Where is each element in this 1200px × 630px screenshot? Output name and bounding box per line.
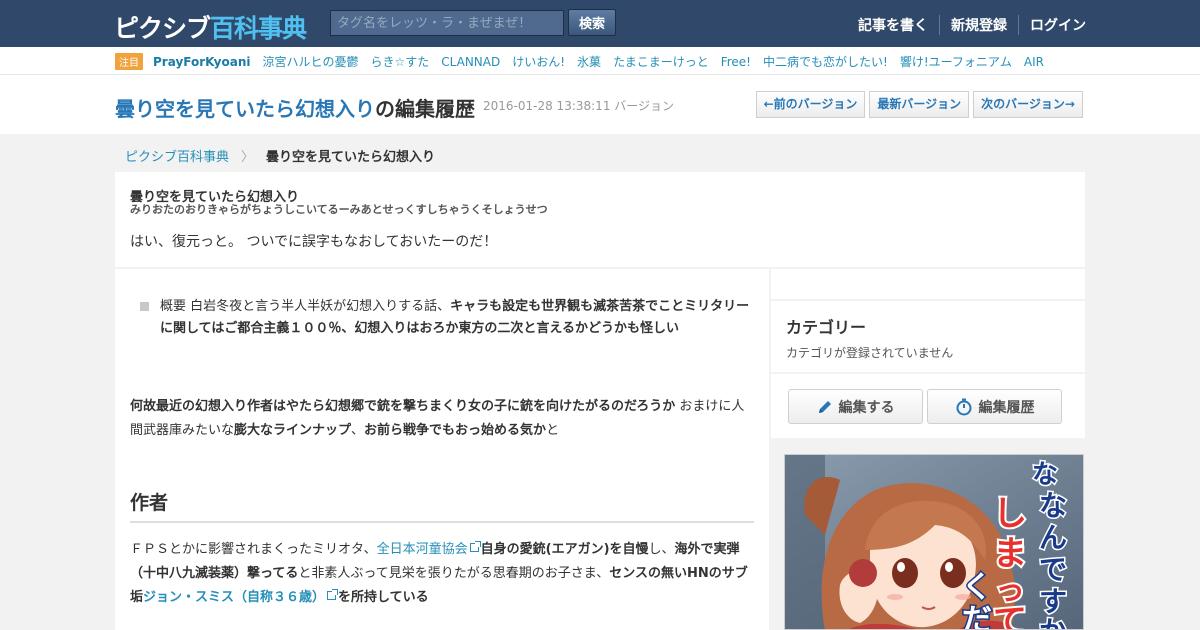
ad-text-char-4: で bbox=[1039, 553, 1067, 586]
bullet-icon bbox=[140, 302, 149, 311]
action-panel: 編集する 編集履歴 bbox=[771, 374, 1085, 438]
external-link-icon bbox=[469, 541, 481, 552]
section-heading-author: 作者 bbox=[130, 488, 754, 523]
latest-version-button[interactable]: 最新バージョン bbox=[869, 91, 970, 118]
page-title: 曇り空を見ていたら幻想入りの編集履歴 bbox=[115, 93, 475, 122]
search-input[interactable] bbox=[330, 10, 564, 36]
site-header: ピクシブ百科事典 検索 記事を書く 新規登録 ログイン bbox=[0, 0, 1200, 47]
paragraph-text: ＦＰＳとかに影響されまくったミリオタ、 bbox=[130, 542, 377, 557]
pencil-icon bbox=[818, 400, 831, 413]
external-link-icon bbox=[327, 589, 339, 600]
category-empty-message: カテゴリが登録されていません bbox=[786, 346, 954, 360]
trending-tag[interactable]: たまこまーけっと bbox=[613, 53, 709, 70]
paragraph-text: 、 bbox=[351, 423, 365, 438]
trending-tag[interactable]: 響け!ユーフォニアム bbox=[900, 53, 1012, 70]
paragraph-text: し、 bbox=[648, 542, 675, 557]
trending-tag[interactable]: らき☆すた bbox=[371, 53, 430, 70]
trending-tag[interactable]: けいおん! bbox=[512, 53, 565, 70]
stopwatch-icon bbox=[956, 398, 971, 415]
trending-tag[interactable]: 氷菓 bbox=[577, 53, 601, 70]
breadcrumb-current: 曇り空を見ていたら幻想入り bbox=[266, 150, 436, 165]
breadcrumb-separator: 〉 bbox=[241, 150, 255, 165]
logo-text-dic: 百科事典 bbox=[210, 14, 307, 43]
page-title-bar: 曇り空を見ていたら幻想入りの編集履歴 2016-01-28 13:38:11 バ… bbox=[0, 75, 1200, 134]
trending-tag[interactable]: CLANNAD bbox=[441, 55, 500, 69]
ad-text-char-5: す bbox=[1039, 585, 1067, 618]
paragraph-bold-text: 自身の愛銃(エアガン)を自慢 bbox=[480, 542, 649, 557]
paragraph-bold-text: 何故最近の幻想入り作者はやたら幻想郷で銃を撃ちまくり女の子に銃を向けたがるのだろ… bbox=[130, 399, 676, 414]
login-link[interactable]: ログイン bbox=[1018, 15, 1086, 35]
ad-text-char-7: し bbox=[993, 494, 1027, 534]
ad-text-char-11: く bbox=[962, 570, 992, 605]
trending-badge: 注目 bbox=[115, 53, 143, 70]
breadcrumb-home[interactable]: ピクシブ百科事典 bbox=[125, 146, 229, 165]
article-body: 概要 白岩冬夜と言う半人半妖が幻想入りする話、キャラも設定も世界観も滅茶苦茶でこ… bbox=[115, 269, 769, 630]
version-nav: ←前のバージョン 最新バージョン 次のバージョン→ bbox=[755, 91, 1083, 118]
trending-tag[interactable]: Free! bbox=[721, 55, 751, 69]
article-abstract: 概要 白岩冬夜と言う半人半妖が幻想入りする話、キャラも設定も世界観も滅茶苦茶でこ… bbox=[140, 296, 750, 340]
ad-text-char-12: だ bbox=[962, 603, 992, 630]
ad-text-char-6: か bbox=[1039, 615, 1067, 630]
ad-text-char-3: ん bbox=[1039, 521, 1067, 554]
trending-tag[interactable]: PrayForKyoani bbox=[153, 55, 251, 69]
edit-button[interactable]: 編集する bbox=[788, 389, 923, 424]
ad-text-char-8: ま bbox=[993, 534, 1027, 574]
history-button[interactable]: 編集履歴 bbox=[927, 389, 1062, 424]
revision-summary: 曇り空を見ていたら幻想入り みりおたのおりきゃらがちょうしこいてるーみあとせっく… bbox=[115, 172, 1085, 267]
logo-text-pixiv: ピクシブ bbox=[114, 14, 211, 43]
search-button[interactable]: 検索 bbox=[568, 9, 616, 36]
ad-text-overlay: な な ん で す か し ま っ て く だ bbox=[961, 459, 1069, 630]
page-title-suffix: の編集履歴 bbox=[375, 97, 475, 121]
site-logo[interactable]: ピクシブ百科事典 bbox=[114, 9, 307, 45]
category-panel: カテゴリー カテゴリが登録されていません bbox=[771, 301, 1085, 372]
paragraph-bold-text: を所持している bbox=[338, 590, 429, 605]
trending-tag[interactable]: 涼宮ハルヒの憂鬱 bbox=[263, 53, 359, 70]
external-link[interactable]: ジョン・スミス（自称３６歳） bbox=[143, 590, 325, 605]
header-nav: 記事を書く 新規登録 ログイン bbox=[847, 15, 1086, 35]
edit-button-label: 編集する bbox=[838, 399, 895, 416]
revision-comment: はい、復元っと。 ついでに誤字もなおしておいたーのだ！ bbox=[130, 234, 498, 250]
advertisement-banner[interactable]: な な ん で す か し ま っ て く だ bbox=[784, 454, 1084, 630]
article-paragraph: 何故最近の幻想入り作者はやたら幻想郷で銃を撃ちまくり女の子に銃を向けたがるのだろ… bbox=[130, 395, 755, 443]
paragraph-bold-text: 膨大なラインナップ bbox=[234, 423, 352, 438]
abstract-text: 概要 白岩冬夜と言う半人半妖が幻想入りする話、 bbox=[160, 299, 451, 314]
signup-link[interactable]: 新規登録 bbox=[939, 15, 1018, 35]
write-article-link[interactable]: 記事を書く bbox=[847, 15, 939, 35]
sidebar-spacer bbox=[771, 269, 1085, 299]
article-title-link[interactable]: 曇り空を見ていたら幻想入り bbox=[115, 97, 375, 121]
paragraph-bold-text: お前ら戦争でもおっ始める気か bbox=[364, 423, 547, 438]
trending-tag-bar: 注目 PrayForKyoani 涼宮ハルヒの憂鬱 らき☆すた CLANNAD … bbox=[0, 47, 1200, 75]
trending-tag[interactable]: AIR bbox=[1024, 55, 1044, 69]
ad-text-char-2: な bbox=[1039, 489, 1067, 522]
article-reading: みりおたのおりきゃらがちょうしこいてるーみあとせっくすしちゃうくそしょうせつ bbox=[130, 203, 548, 216]
paragraph-text: と非素人ぶって見栄を張りたがる思春期のお子さま、 bbox=[298, 566, 610, 581]
version-timestamp: 2016-01-28 13:38:11 バージョン bbox=[483, 99, 675, 113]
article-paragraph: ＦＰＳとかに影響されまくったミリオタ、全日本河童協会 自身の愛銃(エアガン)を自慢… bbox=[130, 538, 755, 610]
trending-tag[interactable]: 中二病でも恋がしたい! bbox=[763, 53, 888, 70]
history-button-label: 編集履歴 bbox=[978, 399, 1035, 416]
category-heading: カテゴリー bbox=[786, 318, 867, 337]
external-link[interactable]: 全日本河童協会 bbox=[377, 542, 468, 557]
breadcrumb: ピクシブ百科事典 〉 曇り空を見ていたら幻想入り bbox=[125, 146, 435, 165]
paragraph-text: と bbox=[546, 423, 560, 438]
ad-text-char-1: な bbox=[1032, 460, 1058, 490]
next-version-button[interactable]: 次のバージョン→ bbox=[973, 91, 1083, 118]
ad-text-char-10: て bbox=[993, 602, 1027, 630]
prev-version-button[interactable]: ←前のバージョン bbox=[755, 91, 866, 118]
